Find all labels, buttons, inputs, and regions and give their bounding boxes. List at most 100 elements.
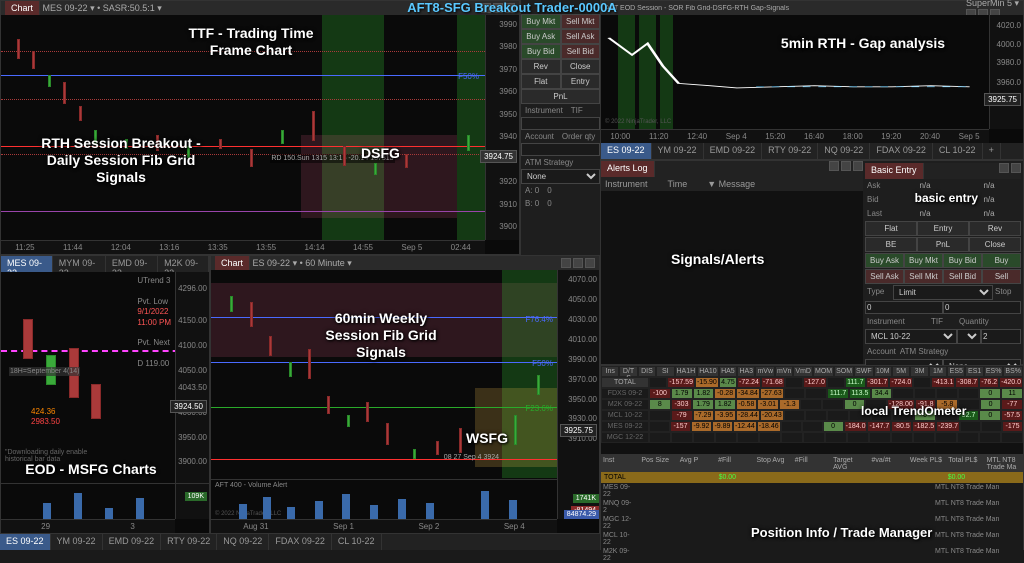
chart-tab[interactable]: Chart (5, 1, 40, 15)
five-chart[interactable]: © 2022 NinjaTrader, LLC 4020.0 4000.0 39… (601, 15, 1023, 143)
buy-ask-button[interactable]: Buy Ask (865, 253, 904, 268)
instrument-input[interactable] (521, 117, 600, 130)
instrument-select[interactable]: MES 09-22 (43, 3, 88, 13)
to-cell: -724.0 (889, 377, 913, 388)
pos-header: Stop Avg (754, 456, 792, 472)
to-cell: -420.0 (999, 377, 1023, 388)
sell-button[interactable]: Sell (982, 269, 1021, 284)
table-row[interactable]: MNQ 09-2MTL NT8 Trade Man (601, 499, 1023, 515)
close-icon[interactable] (853, 161, 863, 171)
sell-mkt-button[interactable]: Sell Mkt (561, 14, 601, 29)
limit-input[interactable] (865, 301, 943, 314)
tab-ym5[interactable]: YM 09-22 (652, 143, 704, 159)
close-button[interactable]: Close (561, 59, 601, 74)
close-button[interactable]: Close (969, 237, 1021, 252)
stop-input[interactable] (943, 301, 1021, 314)
pnl-button[interactable]: PnL (521, 89, 600, 104)
to-cell (785, 377, 803, 388)
tab-mes[interactable]: MES 09-22 (1, 256, 53, 272)
tab-fdax[interactable]: FDAX 09-22 (269, 534, 332, 550)
buy-ask-button[interactable]: Buy Ask (521, 29, 561, 44)
type-select[interactable]: Limit (893, 285, 993, 300)
sixty-chart[interactable]: F76.4% F50% F23.6% 08 27 Sep 4 3924 4070… (211, 270, 599, 533)
be-tif-select[interactable] (957, 329, 981, 344)
min-icon[interactable] (561, 258, 571, 268)
b-val: B: 0 (521, 197, 543, 210)
tab-fdax5[interactable]: FDAX 09-22 (870, 143, 933, 159)
rev-button[interactable]: Rev (521, 59, 561, 74)
atm-select[interactable]: None (521, 169, 600, 184)
max-icon[interactable] (841, 161, 851, 171)
pos-header: #Fill (716, 456, 754, 472)
buy-mkt-button[interactable]: Buy Mkt (521, 14, 561, 29)
buy-mkt-button[interactable]: Buy Mkt (904, 253, 943, 268)
buy-bid-button[interactable]: Buy Bid (521, 44, 561, 59)
sell-bid-button[interactable]: Sell Bid (943, 269, 982, 284)
sell-ask-button[interactable]: Sell Ask (561, 29, 601, 44)
to-cell: -79 (671, 410, 693, 421)
to-header: ES% (984, 366, 1004, 377)
table-row[interactable]: MES 09-22MTL NT8 Trade Man (601, 483, 1023, 499)
buy-button[interactable]: Buy (982, 253, 1021, 268)
to-cell: 113.5 (849, 388, 871, 399)
alerts-log-tab[interactable]: Alerts Log (601, 161, 655, 177)
to-cell: -184.0 (844, 421, 868, 432)
to-cell: -147.7 (867, 421, 891, 432)
ttf-chart[interactable]: F50% RD 150.Sun 1315 13:16 -20.14 137313… (1, 15, 519, 254)
min-icon[interactable] (999, 163, 1009, 173)
buy-bid-button[interactable]: Buy Bid (943, 253, 982, 268)
close-icon[interactable] (1011, 163, 1021, 173)
sell-bid-button[interactable]: Sell Bid (561, 44, 601, 59)
sell-ask-button[interactable]: Sell Ask (865, 269, 904, 284)
pnl-button[interactable]: PnL (917, 237, 969, 252)
tab-ym[interactable]: YM 09-22 (51, 534, 103, 550)
be-button[interactable]: BE (865, 237, 917, 252)
entry-button[interactable]: Entry (561, 74, 601, 89)
account-input[interactable] (521, 143, 600, 156)
rev-button[interactable]: Rev (969, 221, 1021, 236)
pvtlow-label: Pvt. Low (137, 297, 171, 307)
be-atm-label: ATM Strategy (898, 345, 1021, 358)
five-timeframe[interactable]: SuperMin 5 (966, 0, 1012, 8)
table-row[interactable]: M2K 09-22MTL NT8 Trade Man (601, 547, 1023, 563)
a-val: A: 0 (521, 184, 543, 197)
tab-es5[interactable]: ES 09-22 (601, 143, 652, 159)
table-row[interactable]: MGC 12-22MTL NT8 Trade Man (601, 515, 1023, 531)
sixty-timeframe[interactable]: 60 Minute (305, 258, 345, 268)
entry-button[interactable]: Entry (917, 221, 969, 236)
sixty-chart-tab[interactable]: Chart (215, 256, 250, 270)
flat-button[interactable]: Flat (865, 221, 917, 236)
tab-m2k[interactable]: M2K 09-22 (158, 256, 209, 272)
sell-mkt-button[interactable]: Sell Mkt (904, 269, 943, 284)
min-icon[interactable] (829, 161, 839, 171)
tab-emd[interactable]: EMD 09-22 (103, 534, 162, 550)
basic-entry-tab[interactable]: Basic Entry (865, 163, 924, 179)
tab-emd5[interactable]: EMD 09-22 (704, 143, 763, 159)
tab-cl[interactable]: CL 10-22 (332, 534, 382, 550)
sixty-instrument[interactable]: ES 09-22 (253, 258, 291, 268)
be-inst-select[interactable]: MCL 10-22 (865, 329, 957, 344)
tab-nq5[interactable]: NQ 09-22 (818, 143, 870, 159)
tab-mym[interactable]: MYM 09-22 (53, 256, 106, 272)
tab-rty5[interactable]: RTY 09-22 (762, 143, 818, 159)
table-row[interactable]: MCL 10-22MTL NT8 Trade Man (601, 531, 1023, 547)
tab-add[interactable]: + (983, 143, 1001, 159)
close-icon[interactable] (585, 258, 595, 268)
eod-chart[interactable]: UTrend 3 Pvt. Low 9/1/2022 11:00 PM Pvt.… (1, 272, 209, 533)
max-icon[interactable] (573, 258, 583, 268)
type-label: Type (865, 285, 893, 300)
five-yaxis: 4020.0 4000.0 3980.0 3960.0 3940.0 3925.… (989, 15, 1023, 129)
rth-annotation: RTH Session Breakout - Daily Session Fib… (31, 135, 211, 185)
five-price: 3925.75 (984, 93, 1021, 106)
tab-emd[interactable]: EMD 09-22 (106, 256, 158, 272)
to-header: 3M (910, 366, 928, 377)
be-qty-input[interactable] (981, 329, 1021, 344)
tab-cl5[interactable]: CL 10-22 (933, 143, 983, 159)
tab-rty[interactable]: RTY 09-22 (161, 534, 217, 550)
flat-button[interactable]: Flat (521, 74, 561, 89)
disclaimer: "Downloading daily enable historical bar… (5, 449, 105, 463)
to-cell (1001, 432, 1023, 443)
ann-label: 18H=September 4(14) (9, 367, 80, 376)
tab-nq[interactable]: NQ 09-22 (217, 534, 269, 550)
tab-es[interactable]: ES 09-22 (0, 534, 51, 550)
